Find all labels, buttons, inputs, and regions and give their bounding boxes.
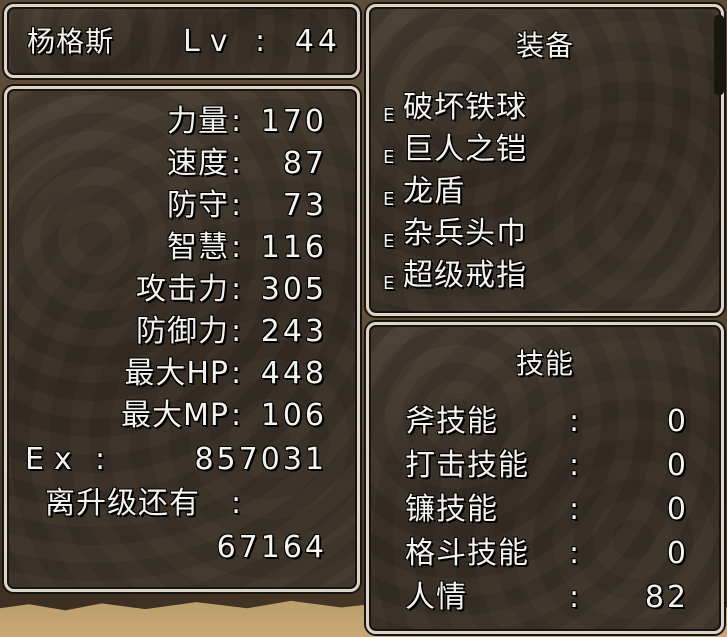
- equipment-item[interactable]: E 超级戒指: [383, 261, 703, 297]
- equipment-item-name: 巨人之铠: [403, 132, 527, 167]
- equipment-panel: 装备 E 破坏铁球 E 巨人之铠 E 龙盾 E 杂兵头巾 E 超级戒指: [366, 4, 724, 316]
- experience-row: Ex : 857031: [7, 445, 347, 483]
- stat-value: 305: [260, 272, 327, 307]
- skill-value: 0: [666, 536, 689, 571]
- stat-separator: :: [231, 146, 243, 181]
- equipped-mark: E: [383, 147, 395, 168]
- next-level-separator: :: [231, 486, 243, 521]
- next-level-value: 67164: [216, 530, 327, 565]
- next-level-label: 离升级还有: [45, 486, 200, 521]
- skills-title: 技能: [515, 347, 574, 380]
- stat-row-defense: 防守 : 73: [7, 191, 347, 229]
- stat-row-max-hp: 最大HP : 448: [7, 359, 347, 397]
- stat-row-max-mp: 最大MP : 106: [7, 401, 347, 439]
- equipped-mark: E: [383, 105, 395, 126]
- skill-name: 打击技能: [405, 448, 529, 483]
- stat-separator: :: [231, 272, 243, 307]
- equipment-item-name: 龙盾: [403, 174, 465, 209]
- level-value: 44: [294, 24, 341, 59]
- skill-row[interactable]: 斧技能 : 0: [369, 407, 721, 445]
- stat-label: 智慧: [167, 230, 229, 265]
- skill-row[interactable]: 打击技能 : 0: [369, 451, 721, 489]
- skill-separator: :: [569, 448, 581, 483]
- skill-name: 人情: [405, 580, 467, 615]
- stat-separator: :: [231, 104, 243, 139]
- stat-row-defense-power: 防御力 : 243: [7, 317, 347, 355]
- stat-row-speed: 速度 : 87: [7, 149, 347, 187]
- stat-separator: :: [231, 314, 243, 349]
- equipped-mark: E: [383, 273, 395, 294]
- skill-value: 0: [666, 404, 689, 439]
- stat-label: 防守: [167, 188, 229, 223]
- stat-row-attack: 攻击力 : 305: [7, 275, 347, 313]
- level-separator: :: [255, 24, 267, 59]
- equipment-item-name: 超级戒指: [403, 258, 527, 293]
- character-name: 杨格斯: [27, 25, 115, 58]
- next-level-value-row: 67164: [7, 533, 347, 571]
- equipment-title: 装备: [515, 29, 574, 62]
- skill-value: 0: [666, 448, 689, 483]
- stat-value: 170: [260, 104, 327, 139]
- next-level-row: 离升级还有 :: [7, 489, 347, 527]
- stat-value: 116: [260, 230, 327, 265]
- equipment-item[interactable]: E 巨人之铠: [383, 135, 703, 171]
- stat-separator: :: [231, 398, 243, 433]
- equipment-item[interactable]: E 杂兵头巾: [383, 219, 703, 255]
- experience-label: Ex: [25, 442, 82, 477]
- stat-value: 448: [260, 356, 327, 391]
- stat-value: 73: [282, 188, 327, 223]
- skill-row[interactable]: 镰技能 : 0: [369, 495, 721, 533]
- stat-value: 87: [282, 146, 327, 181]
- stat-label: 速度: [167, 146, 229, 181]
- skill-separator: :: [569, 492, 581, 527]
- character-header-panel: 杨格斯 Lv : 44: [4, 4, 360, 78]
- equipped-mark: E: [383, 231, 395, 252]
- stat-separator: :: [231, 356, 243, 391]
- skill-value: 0: [666, 492, 689, 527]
- stats-panel: 力量 : 170 速度 : 87 防守 : 73 智慧 : 116 攻击力 : …: [4, 86, 360, 592]
- stat-label: 力量: [167, 104, 229, 139]
- stat-separator: :: [231, 188, 243, 223]
- equipment-item[interactable]: E 龙盾: [383, 177, 703, 213]
- skill-separator: :: [569, 536, 581, 571]
- stat-value: 243: [260, 314, 327, 349]
- equipment-item[interactable]: E 破坏铁球: [383, 93, 703, 129]
- stat-row-wisdom: 智慧 : 116: [7, 233, 347, 271]
- skill-name: 斧技能: [405, 404, 498, 439]
- equipment-item-name: 破坏铁球: [403, 90, 527, 125]
- stat-row-strength: 力量 : 170: [7, 107, 347, 145]
- stat-label: 攻击力: [136, 272, 229, 307]
- equipment-item-name: 杂兵头巾: [403, 216, 527, 251]
- stat-label: 最大MP: [121, 398, 229, 433]
- skill-row[interactable]: 人情 : 82: [369, 583, 721, 621]
- skill-name: 格斗技能: [405, 536, 529, 571]
- stat-label: 最大HP: [124, 356, 229, 391]
- skill-separator: :: [569, 580, 581, 615]
- experience-separator: :: [95, 442, 107, 477]
- skill-row[interactable]: 格斗技能 : 0: [369, 539, 721, 577]
- stat-label: 防御力: [136, 314, 229, 349]
- skill-name: 镰技能: [405, 492, 498, 527]
- equipped-mark: E: [383, 189, 395, 210]
- level-label: Lv: [183, 24, 238, 59]
- skill-separator: :: [569, 404, 581, 439]
- skill-value: 82: [644, 580, 689, 615]
- experience-value: 857031: [194, 442, 327, 477]
- skills-panel: 技能 斧技能 : 0 打击技能 : 0 镰技能 : 0 格斗技能 : 0 人情 …: [366, 322, 724, 634]
- stat-value: 106: [260, 398, 327, 433]
- stat-separator: :: [231, 230, 243, 265]
